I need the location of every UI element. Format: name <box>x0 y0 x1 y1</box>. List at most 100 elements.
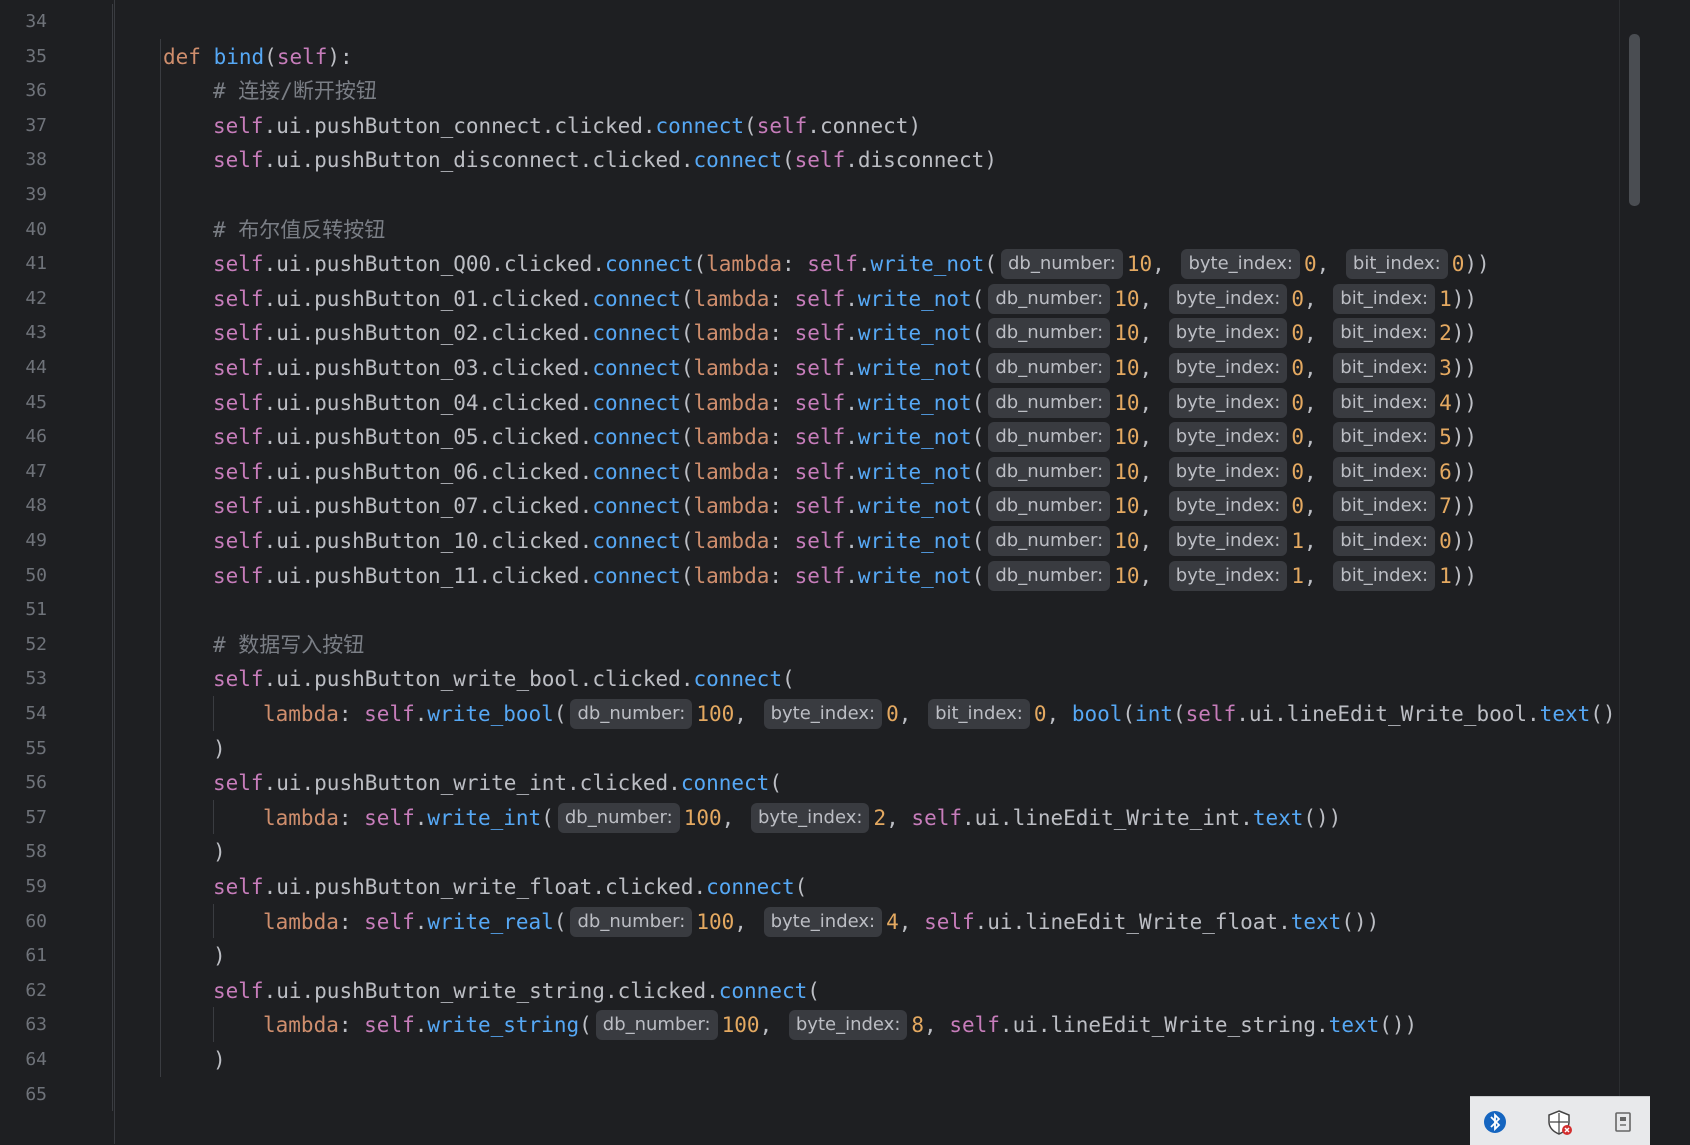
button-name: pushButton_07 <box>314 494 479 519</box>
self-keyword: self <box>213 113 264 138</box>
method-call: write_not <box>857 425 972 450</box>
parameter-hint: bit_index: <box>1333 283 1436 314</box>
parameter-hint: bit_index: <box>1333 560 1436 591</box>
self-keyword: self <box>794 356 846 380</box>
self-keyword: self <box>364 805 415 830</box>
code-line[interactable]: self.ui.pushButton_write_string.clicked.… <box>213 973 820 1009</box>
self-keyword: self <box>364 702 415 726</box>
close-paren-line[interactable]: ) <box>213 1042 226 1078</box>
button-name: pushButton_connect <box>314 113 542 138</box>
parameter-hint: bit_index: <box>1345 249 1448 280</box>
lambda-line[interactable]: lambda: self.write_string(db_number: 100,… <box>263 1007 1417 1043</box>
connect-call: connect <box>592 425 681 450</box>
bool-toggle-line[interactable]: self.ui.pushButton_05.clicked.connect(la… <box>213 419 1477 455</box>
self-keyword: self <box>213 529 264 553</box>
security-shield-icon[interactable] <box>1546 1109 1572 1135</box>
self-keyword: self <box>213 771 264 796</box>
method-call: write_not <box>857 529 972 553</box>
code-area[interactable]: def bind(self): # 连接/断开按钮 self.ui.pushButt… <box>0 0 1655 1144</box>
keyword-lambda: lambda <box>263 909 339 934</box>
button-name: pushButton_04 <box>314 390 479 415</box>
comment-line[interactable]: # 数据写入按钮 <box>213 627 364 663</box>
parameter-hint: byte_index: <box>763 906 883 937</box>
bluetooth-icon[interactable] <box>1482 1109 1508 1135</box>
connect-call: connect <box>592 563 681 588</box>
keyword-lambda: lambda <box>693 563 770 588</box>
self-keyword: self <box>794 494 846 519</box>
bool-toggle-line[interactable]: self.ui.pushButton_03.clicked.connect(la… <box>213 350 1477 386</box>
self-keyword: self <box>794 148 846 173</box>
code-line[interactable]: self.ui.pushButton_write_float.clicked.c… <box>213 869 807 905</box>
method-call: text <box>1328 1013 1380 1038</box>
bool-toggle-line[interactable]: self.ui.pushButton_11.clicked.connect(la… <box>213 558 1477 594</box>
lambda-line[interactable]: lambda: self.write_real(db_number: 100, b… <box>263 904 1379 940</box>
number-literal: 100 <box>696 702 735 726</box>
lambda-line[interactable]: lambda: self.write_bool(db_number: 100, b… <box>263 696 1616 732</box>
keyword-lambda: lambda <box>706 252 782 277</box>
method-call: write_string <box>427 1013 580 1038</box>
scrollbar-thumb[interactable] <box>1629 34 1640 206</box>
self-keyword: self <box>911 805 962 830</box>
vertical-scrollbar[interactable] <box>1619 0 1655 1144</box>
indent-guide <box>213 903 214 939</box>
comment: # 布尔值反转按钮 <box>213 217 386 242</box>
code-line[interactable]: self.ui.pushButton_write_bool.clicked.co… <box>213 661 795 697</box>
parameter-hint: db_number: <box>570 699 693 729</box>
keyword-lambda: lambda <box>693 459 770 484</box>
number-literal: 0 <box>886 702 899 726</box>
method-call: write_not <box>857 390 972 415</box>
button-name: pushButton_write_bool <box>314 667 580 692</box>
bool-toggle-line[interactable]: self.ui.pushButton_10.clicked.connect(la… <box>213 523 1477 559</box>
comment-line[interactable]: # 布尔值反转按钮 <box>213 212 385 248</box>
comment-line[interactable]: # 连接/断开按钮 <box>213 73 377 109</box>
close-paren-line[interactable]: ) <box>213 938 226 974</box>
code-line[interactable]: self.ui.pushButton_write_int.clicked.con… <box>213 765 782 801</box>
number-literal: 0 <box>1291 459 1304 484</box>
bool-toggle-line[interactable]: self.ui.pushButton_06.clicked.connect(la… <box>213 454 1477 490</box>
self-keyword: self <box>794 321 846 346</box>
button-name: pushButton_02 <box>314 321 479 346</box>
self-keyword: self <box>213 252 264 277</box>
parameter-hint: byte_index: <box>1168 283 1288 314</box>
method-call: text <box>1252 805 1304 830</box>
builtin-call: int <box>1135 702 1173 726</box>
parameter-hint: db_number: <box>988 353 1111 383</box>
number-literal: 100 <box>696 909 735 934</box>
code-line[interactable]: self.ui.pushButton_disconnect.clicked.co… <box>213 142 997 178</box>
method-call: write_bool <box>427 702 554 726</box>
number-literal: 10 <box>1114 459 1140 484</box>
code-editor[interactable]: 34 35 36 37 38 39 40 41 42 43 44 45 46 47 48 49 50 51 52 53… <box>0 0 1655 1144</box>
comment: # 连接/断开按钮 <box>213 79 377 104</box>
close-paren-line[interactable]: ) <box>213 731 226 767</box>
lambda-line[interactable]: lambda: self.write_int(db_number: 100, by… <box>263 800 1341 836</box>
bool-toggle-line[interactable]: self.ui.pushButton_01.clicked.connect(la… <box>213 281 1477 317</box>
code-line[interactable]: self.ui.pushButton_connect.clicked.conne… <box>213 108 921 144</box>
close-paren-line[interactable]: ) <box>213 834 226 870</box>
parameter-hint: db_number: <box>988 422 1111 453</box>
connect-call: connect <box>592 286 681 311</box>
number-literal: 8 <box>911 1013 925 1038</box>
self-keyword: self <box>1185 702 1237 726</box>
bool-toggle-line[interactable]: self.ui.pushButton_02.clicked.connect(la… <box>213 315 1477 351</box>
method-call: write_not <box>857 286 972 311</box>
number-literal: 2 <box>873 805 887 830</box>
number-literal: 6 <box>1439 459 1452 484</box>
line-edit-name: lineEdit_Write_int <box>1012 805 1241 830</box>
method-call: text <box>1290 909 1342 934</box>
bool-toggle-line[interactable]: self.ui.pushButton_Q00.clicked.connect(l… <box>213 246 1490 282</box>
parameter-hint: db_number: <box>1000 249 1123 280</box>
bool-toggle-line[interactable]: self.ui.pushButton_07.clicked.connect(la… <box>213 488 1477 524</box>
parameter-hint: byte_index: <box>788 1010 908 1041</box>
usb-device-icon[interactable] <box>1610 1109 1636 1135</box>
parameter-hint: byte_index: <box>763 699 883 729</box>
parameter-hint: byte_index: <box>1168 387 1288 418</box>
number-literal: 1 <box>1291 563 1304 588</box>
bool-toggle-line[interactable]: self.ui.pushButton_04.clicked.connect(la… <box>213 385 1477 421</box>
def-line[interactable]: def bind(self): <box>163 39 353 75</box>
self-keyword: self <box>949 1013 1000 1038</box>
connect-call: connect <box>592 459 681 484</box>
connect-call: connect <box>592 390 681 415</box>
parameter-hint: byte_index: <box>1168 491 1288 522</box>
number-literal: 2 <box>1439 321 1452 346</box>
number-literal: 4 <box>1439 390 1452 415</box>
